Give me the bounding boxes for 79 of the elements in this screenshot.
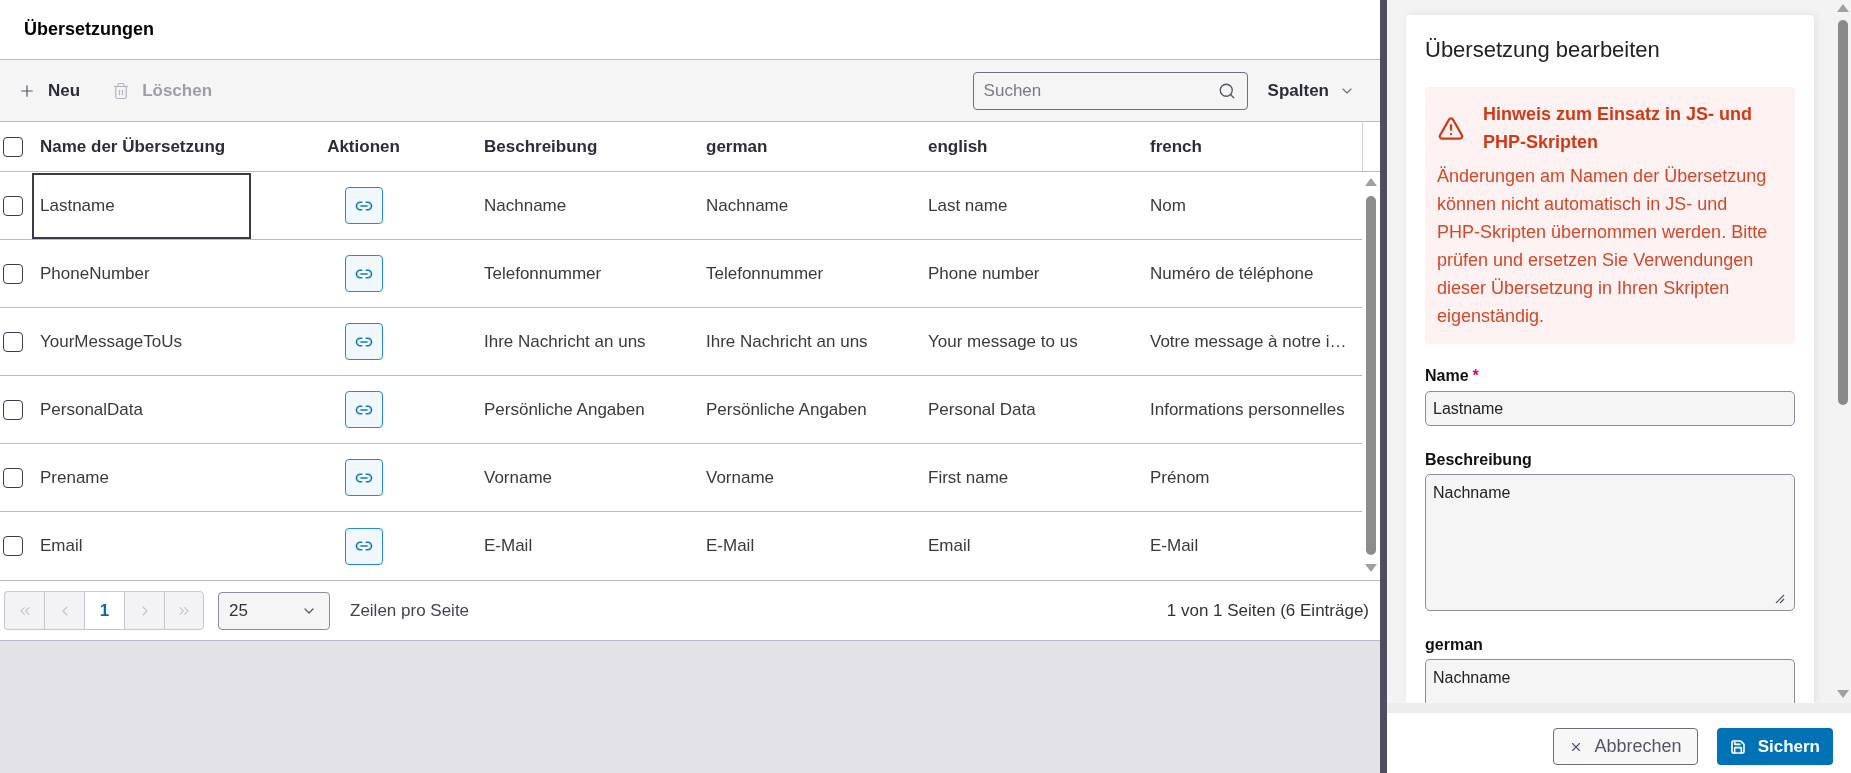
page-size-label: Zeilen pro Seite	[350, 599, 470, 622]
table-cell: Lastname	[32, 172, 251, 239]
scroll-up-arrow-icon[interactable]	[1365, 178, 1377, 186]
column-header: english	[927, 135, 989, 158]
scrollbar-thumb[interactable]	[1838, 20, 1848, 405]
page-button[interactable]: 1	[84, 591, 124, 630]
table-cell-text: Nom	[1149, 194, 1187, 217]
link-button[interactable]	[344, 391, 383, 428]
warning-icon	[1437, 114, 1465, 142]
column-header: german	[705, 135, 769, 158]
columns-button[interactable]: Spalten	[1259, 70, 1363, 111]
link-button[interactable]	[344, 187, 383, 224]
resize-handle-icon[interactable]	[1775, 594, 1785, 604]
trash-icon	[112, 81, 131, 100]
table-cell-text: Vorname	[483, 466, 554, 489]
new-button[interactable]: Neu	[8, 70, 91, 111]
table-cell-text: Persönliche Angaben	[483, 398, 646, 421]
save-button[interactable]: Sichern	[1716, 728, 1833, 765]
checkbox[interactable]	[3, 536, 23, 556]
checkbox[interactable]	[3, 399, 23, 420]
table-cell-text: Telefonnummer	[483, 262, 603, 285]
column-header: french	[1149, 135, 1203, 158]
alert-message: Änderungen am Namen der Übersetzung können nicht automatisch in JS- und PHP-Skripten übernommen werden. Bitte prüfen und ersetzen Sie Verwendungen dieser Übersetzung in Ihren Skripten eigenständig.	[1437, 165, 1769, 328]
panel-title: Übersetzung bearbeiten	[1425, 36, 1661, 64]
table-cell-text: Nachname	[483, 194, 568, 217]
column-header: Beschreibung	[483, 135, 599, 158]
table-cell-text: Last name	[927, 194, 1009, 217]
table-cell-text: Ihre Nachricht an uns	[705, 330, 869, 353]
table-cell-text: Personal Data	[927, 398, 1037, 421]
page-size-select[interactable]: 25	[218, 591, 330, 630]
checkbox[interactable]	[3, 195, 23, 216]
search-field[interactable]: Suchen	[972, 71, 1248, 110]
scroll-up-arrow-icon[interactable]	[1837, 4, 1849, 12]
field-label: german	[1425, 635, 1483, 655]
checkbox[interactable]	[3, 136, 23, 157]
field-label: Beschreibung	[1425, 450, 1532, 470]
pagination-summary: 1 von 1 Seiten (6 Einträge)	[1166, 599, 1369, 622]
table-cell-text: PhoneNumber	[39, 262, 151, 285]
cancel-button[interactable]: Abbrechen	[1552, 728, 1698, 765]
table-cell-text: Informations personnelles	[1149, 398, 1346, 421]
table-cell-text: E-Mail	[1149, 535, 1200, 558]
column-header: Name der Übersetzung	[39, 135, 227, 158]
link-button[interactable]	[344, 527, 383, 565]
scroll-down-arrow-icon[interactable]	[1365, 564, 1377, 572]
page-title: Übersetzungen	[24, 18, 155, 41]
field-label: Name	[1425, 366, 1469, 386]
table-cell-text: Ihre Nachricht an uns	[483, 330, 647, 353]
table-cell-text: Numéro de téléphone	[1149, 262, 1315, 285]
column-header: Aktionen	[326, 135, 401, 158]
table-cell-text: Votre message à notre i…	[1149, 330, 1348, 353]
table-cell-text: Email	[39, 535, 84, 558]
table-cell-text: Nachname	[705, 194, 790, 217]
table-cell-text: Email	[927, 535, 972, 558]
table-cell-text: First name	[927, 466, 1010, 489]
alert-title: Hinweis zum Einsatz in JS- und PHP-Skripten	[1483, 103, 1754, 154]
name-input[interactable]: Lastname	[1425, 391, 1795, 426]
table-cell-text: Prename	[39, 466, 110, 489]
checkbox[interactable]	[3, 263, 23, 284]
checkbox[interactable]	[3, 331, 23, 352]
table-cell-text: Telefonnummer	[705, 262, 825, 285]
checkbox[interactable]	[3, 467, 23, 488]
table-cell-text: Persönliche Angaben	[705, 398, 868, 421]
table-cell-text: Your message to us	[927, 330, 1079, 353]
scrollbar-thumb[interactable]	[1366, 196, 1376, 555]
textarea-field[interactable]: Nachname	[1425, 474, 1795, 611]
table-cell-text: Vorname	[705, 466, 776, 489]
table-cell-text: Prénom	[1149, 466, 1211, 489]
link-button[interactable]	[344, 255, 383, 292]
scroll-down-arrow-icon[interactable]	[1837, 690, 1849, 698]
link-button[interactable]	[344, 459, 383, 496]
required-marker: *	[1472, 366, 1479, 386]
table-cell-text: E-Mail	[705, 535, 756, 558]
table-cell-text: E-Mail	[483, 535, 534, 558]
link-button[interactable]	[344, 323, 383, 360]
table-cell-text: PersonalData	[39, 398, 144, 421]
table-cell-text: Phone number	[927, 262, 1041, 285]
table-cell-text: YourMessageToUs	[39, 330, 184, 353]
textarea-field[interactable]: Nachname	[1425, 659, 1795, 703]
search-icon	[1217, 81, 1236, 100]
